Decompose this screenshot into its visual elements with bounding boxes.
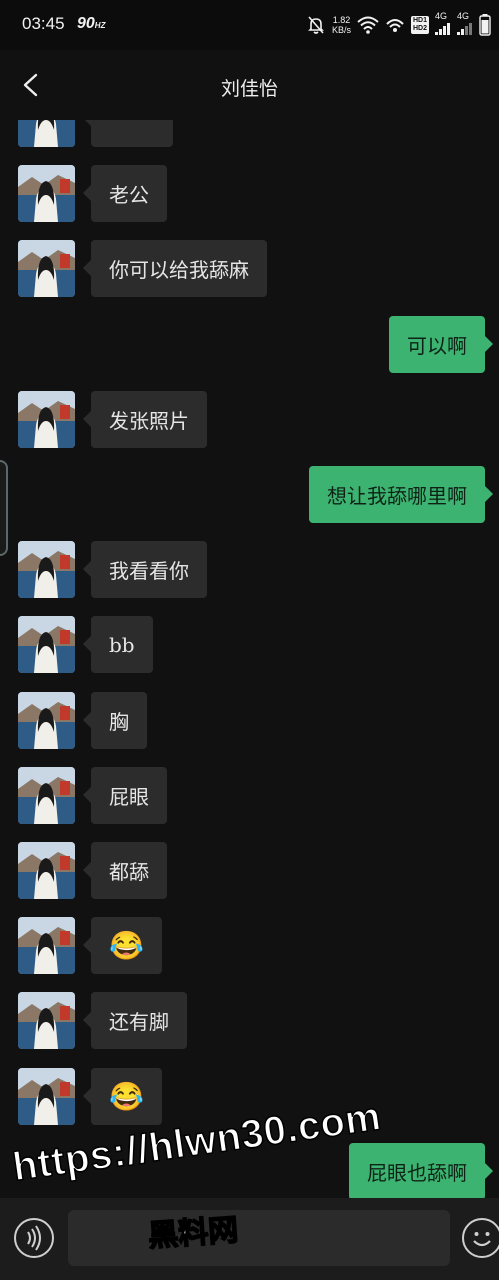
- incoming-message-bubble[interactable]: 😂: [83, 917, 162, 975]
- chat-header: 刘佳怡: [0, 50, 499, 120]
- signal-group-2: 4G: [457, 11, 473, 35]
- wifi-icon: [357, 16, 379, 34]
- contact-avatar[interactable]: [18, 165, 75, 223]
- voice-button[interactable]: [14, 1218, 54, 1258]
- incoming-message-bubble[interactable]: 老公: [83, 165, 167, 223]
- outgoing-message-bubble[interactable]: 想让我舔哪里啊: [309, 466, 493, 523]
- hd-badge: HD1 HD2: [411, 16, 429, 34]
- floating-side-handle[interactable]: [0, 460, 8, 556]
- incoming-message-bubble[interactable]: 你可以给我舔麻: [83, 240, 267, 298]
- incoming-message-bubble[interactable]: [83, 120, 173, 147]
- net-speed: 1.82 KB/s: [331, 15, 351, 35]
- status-bar: 03:45 90HZ 1.82 KB/s HD1 HD2 4G 4G: [0, 0, 499, 50]
- battery-icon: [479, 14, 491, 36]
- outgoing-message-bubble[interactable]: 可以啊: [389, 315, 493, 373]
- contact-avatar[interactable]: [18, 616, 75, 674]
- incoming-message-bubble[interactable]: 发张照片: [83, 390, 207, 448]
- incoming-message-bubble[interactable]: 胸: [83, 691, 147, 749]
- signal-icon-2: [457, 23, 472, 35]
- signal-icon: [435, 23, 450, 35]
- contact-avatar[interactable]: [18, 992, 75, 1050]
- contact-avatar[interactable]: [18, 240, 75, 298]
- contact-avatar[interactable]: [18, 917, 75, 975]
- network-type: 4G: [435, 11, 448, 21]
- message-input[interactable]: [68, 1210, 450, 1266]
- smiley-icon: [473, 1232, 491, 1247]
- signal-group: 4G: [435, 11, 451, 35]
- hotspot-icon: [386, 19, 404, 32]
- voice-icon: [27, 1225, 41, 1251]
- incoming-message-bubble[interactable]: 都舔: [83, 842, 167, 899]
- message-list[interactable]: 老公你可以给我舔麻可以啊发张照片想让我舔哪里啊我看看你 bb 胸屁眼都舔 😂 还有脚 😂 屁…: [0, 120, 499, 1198]
- contact-avatar[interactable]: [18, 766, 75, 824]
- network-type-2: 4G: [457, 11, 470, 21]
- outgoing-message-bubble[interactable]: 屁眼也舔啊: [349, 1142, 493, 1198]
- watermark-name: 黑料网: [146, 1213, 240, 1254]
- input-bar: [0, 1198, 499, 1280]
- contact-avatar[interactable]: [18, 541, 75, 599]
- refresh-rate: 90HZ: [77, 15, 106, 32]
- incoming-message-bubble[interactable]: 我看看你: [83, 541, 207, 599]
- incoming-message-bubble[interactable]: 屁眼: [83, 766, 167, 824]
- page-title: 刘佳怡: [220, 78, 278, 100]
- emoji-button[interactable]: [462, 1218, 499, 1258]
- incoming-message-bubble[interactable]: 还有脚: [83, 992, 187, 1050]
- incoming-message-bubble[interactable]: 😂: [83, 1067, 162, 1125]
- bell-off-icon: [308, 16, 324, 34]
- contact-avatar[interactable]: [18, 120, 75, 147]
- incoming-message-bubble[interactable]: bb: [83, 616, 153, 674]
- contact-avatar[interactable]: [18, 691, 75, 749]
- status-time: 03:45: [22, 14, 65, 33]
- contact-avatar[interactable]: [18, 842, 75, 899]
- contact-avatar[interactable]: [18, 390, 75, 448]
- contact-avatar[interactable]: [18, 1067, 75, 1125]
- status-icons: 1.82 KB/s HD1 HD2 4G 4G: [306, 11, 491, 38]
